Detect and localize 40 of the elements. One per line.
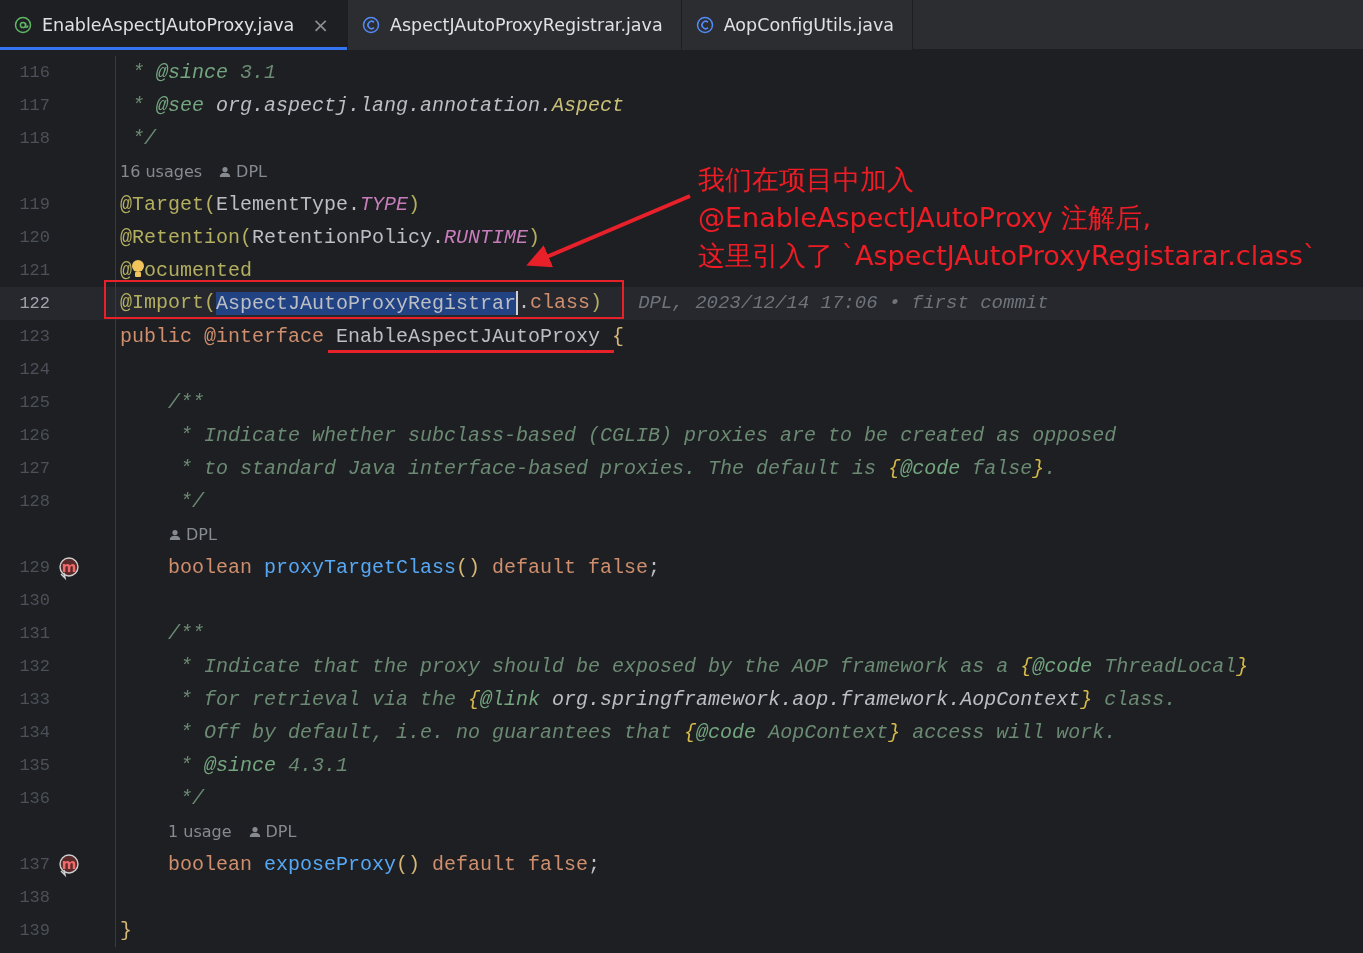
- at-sign-icon: [14, 16, 32, 34]
- code-line: }: [119, 918, 132, 943]
- usages-link[interactable]: 16 usages: [120, 159, 203, 184]
- class-icon: [362, 16, 380, 34]
- author-hint[interactable]: DPL: [247, 819, 297, 844]
- code-line: @ ocumented: [119, 258, 253, 283]
- code-line: * Off by default, i.e. no guarantees that {@code AopContext} access will work.: [179, 720, 1117, 745]
- code-line: * @see org.aspectj.lang.annotation.Aspect: [131, 93, 625, 118]
- code-line: public @interface EnableAspectJAutoProxy {: [119, 324, 625, 349]
- code-line: @Retention(RetentionPolicy.RUNTIME): [119, 225, 541, 250]
- code-line: /**: [167, 390, 204, 415]
- implements-method-icon[interactable]: m: [58, 853, 80, 876]
- annotation-note: 我们在项目中加入 @EnableAspectJAutoProxy 注解后, 这里引入了 `AspectJAutoProxyRegistarar.class`: [698, 163, 1317, 273]
- code-line: @Target(ElementType.TYPE): [119, 192, 421, 217]
- editor-tab[interactable]: AspectJAutoProxyRegistrar.java: [348, 0, 682, 50]
- close-icon[interactable]: ×: [312, 10, 329, 40]
- code-line: */: [179, 489, 204, 514]
- code-line: * Indicate whether subclass-based (CGLIB) proxies are to be created as opposed: [179, 423, 1117, 448]
- line-number: 122: [18, 292, 50, 315]
- class-icon: [695, 16, 714, 34]
- code-line: boolean exposeProxy() default false;: [167, 852, 601, 877]
- code-line: /**: [167, 621, 204, 646]
- blame-annotation: DPL, 2023/12/14 17:06 • first commit: [638, 291, 1049, 317]
- person-icon: [247, 825, 262, 838]
- code-line: * Indicate that the proxy should be exposed by the AOP framework as a {@code ThreadLocal}: [179, 654, 1249, 679]
- implements-method-icon[interactable]: m: [58, 556, 80, 579]
- code-line: boolean proxyTargetClass() default false;: [167, 555, 661, 580]
- code-line: * for retrieval via the {@link org.springframework.aop.framework.AopContext} class.: [179, 687, 1177, 712]
- author-hint[interactable]: DPL: [218, 159, 267, 184]
- editor-tab[interactable]: AopConfigUtils.java: [681, 0, 914, 50]
- code-line: * to standard Java interface-based proxies. The default is {@code false}.: [179, 456, 1057, 481]
- person-icon: [168, 528, 182, 541]
- editor-tab[interactable]: EnableAspectJAutoProxy.java ×: [0, 0, 348, 50]
- person-icon: [218, 165, 233, 178]
- usages-link[interactable]: 1 usage: [168, 819, 232, 844]
- author-hint[interactable]: DPL: [168, 522, 217, 547]
- code-line: * @since 4.3.1: [179, 753, 349, 778]
- code-line: * @since 3.1: [131, 60, 277, 85]
- code-line: */: [131, 126, 156, 151]
- code-line: */: [179, 786, 204, 811]
